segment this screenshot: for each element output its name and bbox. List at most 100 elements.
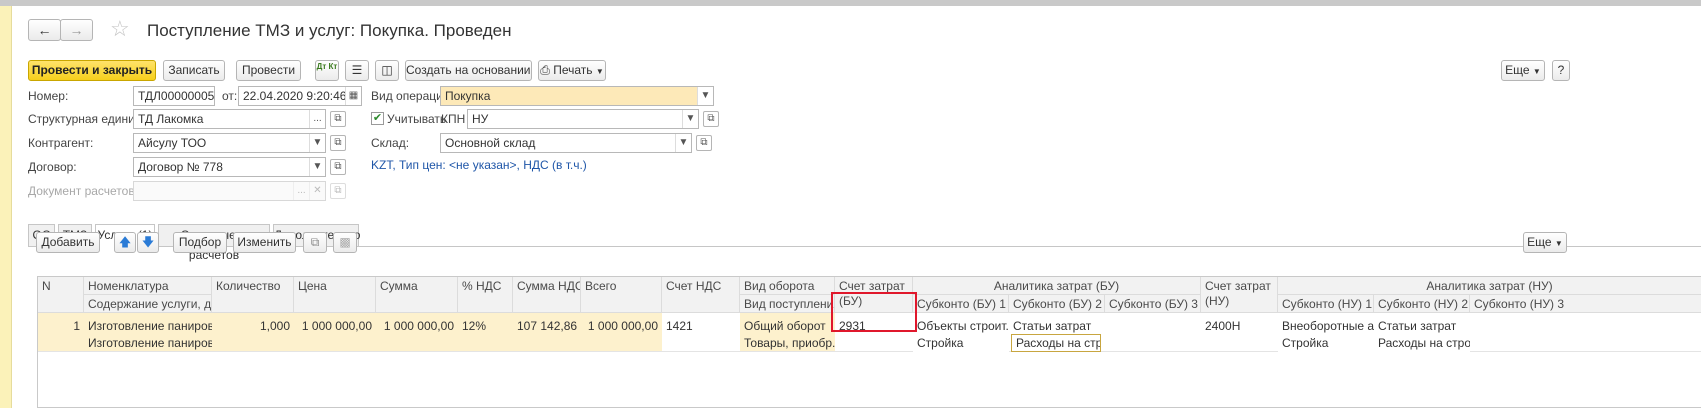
col-header-price[interactable]: Цена [294, 277, 376, 313]
operation-type-value: Покупка [445, 89, 491, 103]
ellipsis-icon[interactable]: ... [309, 110, 325, 128]
warehouse-label: Склад: [371, 136, 410, 150]
col-header-sub-nu-2[interactable]: Субконто (НУ) 2 [1374, 295, 1470, 313]
number-field[interactable]: ТДЛ00000005 [133, 86, 215, 106]
dt-kt-icon: Дт Кт [316, 62, 338, 71]
warehouse-select[interactable]: Основной склад ▼ [440, 133, 692, 153]
col-header-cost-account-nu[interactable]: Счет затрат (НУ) [1201, 277, 1278, 313]
counterparty-value: Айсулу ТОО [138, 136, 207, 150]
favorite-star-icon[interactable]: ☆ [110, 16, 130, 42]
chevron-down-icon[interactable]: ▼ [697, 87, 713, 105]
clear-icon: ✕ [309, 182, 325, 200]
create-based-label: Создать на основании [406, 63, 531, 77]
cell-content[interactable]: Изготовление панировки [84, 334, 212, 352]
dt-kt-button[interactable]: Дт Кт [315, 60, 339, 81]
col-header-sub-bu-1[interactable]: Субконто (БУ) 1 [913, 295, 1009, 313]
contract-value: Договор № 778 [138, 160, 223, 174]
cell-price[interactable]: 1 000 000,00 [294, 317, 376, 335]
cell-n[interactable]: 1 [38, 317, 84, 335]
col-header-vat-pct[interactable]: % НДС [458, 277, 513, 313]
cell-sub-nu-3[interactable] [1470, 313, 1701, 351]
col-header-nomenclature[interactable]: Номенклатура [84, 277, 212, 295]
cell-receipt-type[interactable]: Товары, приобр... [740, 334, 835, 352]
paste-button[interactable]: ▩ [333, 232, 357, 253]
cell-sub-nu-1-b[interactable]: Стройка [1278, 334, 1374, 352]
paste-icon: ▩ [339, 235, 351, 249]
cell-sum[interactable]: 1 000 000,00 [376, 317, 458, 335]
structural-unit-value: ТД Лакомка [138, 112, 204, 126]
post-and-close-button[interactable]: Провести и закрыть [28, 60, 156, 81]
open-link-icon[interactable]: ⧉ [330, 111, 346, 127]
col-header-total[interactable]: Всего [581, 277, 662, 313]
col-header-vat-account[interactable]: Счет НДС [662, 277, 740, 313]
cell-sub-bu-3[interactable] [1105, 313, 1201, 351]
cell-vat-sum[interactable]: 107 142,86 [513, 317, 581, 335]
kpn-label: КПН [441, 112, 466, 126]
contract-field[interactable]: Договор № 778 ▼ [133, 157, 326, 177]
chevron-down-icon[interactable]: ▼ [675, 134, 691, 152]
date-field[interactable]: 22.04.2020 9:20:46 ▦ [238, 86, 362, 106]
back-button[interactable]: ← [28, 19, 61, 41]
col-header-n[interactable]: N [38, 277, 84, 313]
consider-label: Учитывать [387, 112, 447, 126]
structure-button[interactable]: ◫ [375, 60, 399, 81]
help-button[interactable]: ? [1552, 60, 1570, 81]
open-link-icon[interactable]: ⧉ [703, 111, 719, 127]
kpn-select[interactable]: НУ ▼ [467, 109, 699, 129]
col-header-sub-nu-1[interactable]: Субконто (НУ) 1 [1278, 295, 1374, 313]
post-button[interactable]: Провести [236, 60, 301, 81]
cell-vat-account[interactable]: 1421 [662, 313, 740, 351]
open-link-icon[interactable]: ⧉ [696, 135, 712, 151]
open-link-icon[interactable]: ⧉ [330, 135, 346, 151]
cell-cost-account-nu[interactable]: 2400Н [1201, 313, 1278, 351]
add-row-button[interactable]: Добавить [36, 232, 100, 253]
price-type-link[interactable]: KZT, Тип цен: <не указан>, НДС (в т.ч.) [371, 158, 587, 172]
chevron-down-icon[interactable]: ▼ [682, 110, 698, 128]
col-header-sub-nu-3[interactable]: Субконто (НУ) 3 [1470, 295, 1701, 313]
cell-total[interactable]: 1 000 000,00 [581, 317, 662, 335]
calendar-icon[interactable]: ▦ [345, 87, 361, 105]
more-button[interactable]: Еще ▼ [1501, 60, 1545, 81]
col-header-content[interactable]: Содержание услуги, доп. [84, 295, 212, 313]
chevron-down-icon[interactable]: ▼ [309, 134, 325, 152]
pick-button[interactable]: Подбор [173, 232, 227, 253]
report-button[interactable]: ☰ [345, 60, 369, 81]
dropdown-arrow-icon: ▼ [1532, 67, 1541, 76]
consider-checkbox[interactable]: ✔ [371, 112, 384, 125]
move-down-button[interactable]: 🡇 [137, 232, 159, 253]
copy-button[interactable]: ⧉ [303, 232, 327, 253]
cell-qty[interactable]: 1,000 [212, 317, 294, 335]
save-button[interactable]: Записать [163, 60, 225, 81]
col-header-sub-bu-3[interactable]: Субконто (БУ) 3 [1105, 295, 1201, 313]
cell-nomenclature[interactable]: Изготовление панировки [84, 317, 212, 335]
page-title: Поступление ТМЗ и услуг: Покупка. Провед… [147, 21, 512, 40]
open-link-icon: ⧉ [330, 183, 346, 199]
forward-button[interactable]: → [60, 19, 93, 41]
structural-unit-field[interactable]: ТД Лакомка ... [133, 109, 326, 129]
cell-sub-bu-2-b[interactable]: Расходы на стро... [1011, 334, 1101, 352]
document-list-icon: ☰ [351, 63, 363, 77]
date-value: 22.04.2020 9:20:46 [243, 89, 347, 103]
col-header-sub-bu-2[interactable]: Субконто (БУ) 2 [1009, 295, 1105, 313]
col-header-analytics-nu: Аналитика затрат (НУ) [1278, 277, 1701, 295]
open-link-icon[interactable]: ⧉ [330, 159, 346, 175]
table-more-button[interactable]: Еще ▼ [1523, 232, 1567, 253]
col-header-vat-sum[interactable]: Сумма НДС [513, 277, 581, 313]
print-button[interactable]: ⎙ Печать ▼ [538, 60, 606, 81]
cell-turnover-type[interactable]: Общий оборот [740, 317, 835, 335]
cell-vat-pct[interactable]: 12% [458, 317, 513, 335]
operation-type-select[interactable]: Покупка ▼ [440, 86, 714, 106]
create-based-button[interactable]: Создать на основании ▼ [405, 60, 532, 81]
cell-sub-bu-1-b[interactable]: Стройка [913, 334, 1009, 352]
arrow-down-icon: 🡇 [141, 235, 155, 249]
chevron-down-icon[interactable]: ▼ [309, 158, 325, 176]
date-from-label: от: [222, 89, 238, 103]
change-button[interactable]: Изменить [233, 232, 296, 253]
move-up-button[interactable]: 🡅 [114, 232, 136, 253]
counterparty-field[interactable]: Айсулу ТОО ▼ [133, 133, 326, 153]
col-header-sum[interactable]: Сумма [376, 277, 458, 313]
col-header-turnover-type[interactable]: Вид оборота [740, 277, 835, 295]
cell-sub-nu-2-b[interactable]: Расходы на стро... [1374, 334, 1470, 352]
col-header-receipt-type[interactable]: Вид поступления [740, 295, 835, 313]
col-header-qty[interactable]: Количество [212, 277, 294, 313]
